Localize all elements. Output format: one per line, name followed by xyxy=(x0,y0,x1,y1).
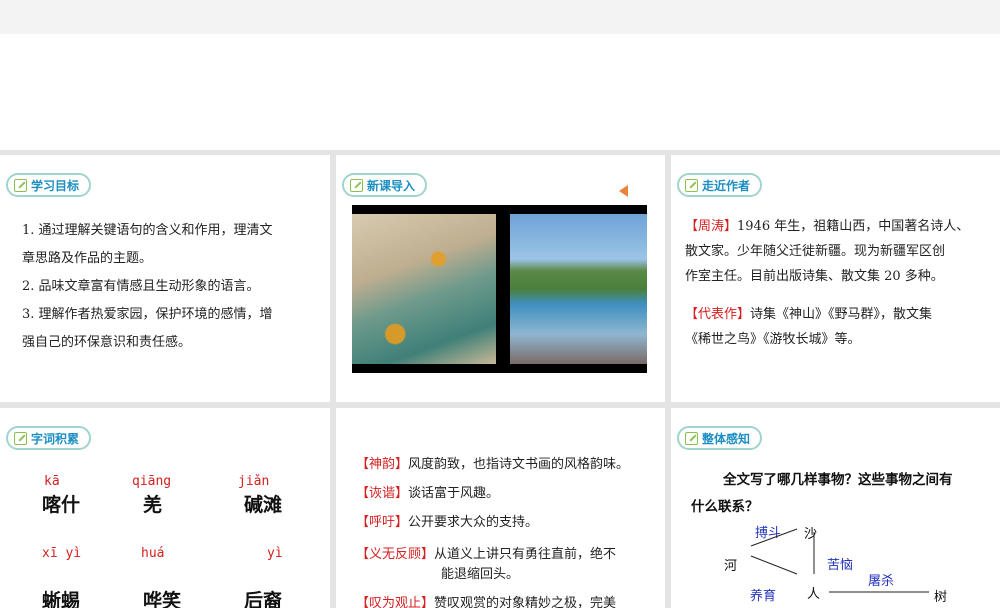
works-line: 诗集《神山》《野马群》，散文集 xyxy=(750,307,933,322)
river-photo xyxy=(510,214,647,364)
definition: 【神韵】风度韵致，也指诗文书画的风格韵味。 xyxy=(356,453,629,472)
arrow-river-sand xyxy=(750,528,798,547)
definition: 【诙谐】谈话富于风趣。 xyxy=(356,482,499,501)
bio-line: 散文家。少年随父迁徙新疆。现为新疆军区创 xyxy=(685,244,946,259)
pinyin: qiāng xyxy=(132,474,172,489)
slide-intro[interactable]: 新课导入 xyxy=(336,155,665,402)
bio-line: 作室主任。目前出版诗集、散文集 20 多种。 xyxy=(685,269,944,284)
edit-icon xyxy=(685,178,698,192)
word: 蜥蜴 xyxy=(42,590,81,608)
pinyin: kā xyxy=(44,474,60,489)
goals-text: 1. 通过理解关键语句的含义和作用，理清文 章思路及作品的主题。 2. 品味文章… xyxy=(22,217,273,357)
goal-line: 章思路及作品的主题。 xyxy=(22,251,153,266)
word: 碱滩 xyxy=(244,494,283,516)
section-badge: 新课导入 xyxy=(342,173,428,197)
goal-line: 3. 理解作者热爱家园，保护环境的感情，增 xyxy=(22,307,273,322)
definition: 【叹为观止】赞叹观赏的对象精妙之极，完美 xyxy=(356,592,616,608)
badge-label: 走近作者 xyxy=(702,178,751,193)
term: 【义无反顾】 xyxy=(356,547,435,562)
edit-icon xyxy=(14,178,27,192)
definition: 【呼吁】公开要求大众的支持。 xyxy=(356,511,538,530)
term: 【神韵】 xyxy=(356,457,409,472)
pinyin: yì xyxy=(267,546,283,561)
blank-area xyxy=(0,34,1000,150)
pinyin: jiǎn xyxy=(238,474,270,489)
slide-vocabulary[interactable]: 字词积累 kā 喀什 qiāng 羌 jiǎn 碱滩 xī yì 蜥蜴 huá … xyxy=(0,408,330,608)
word: 喀什 xyxy=(42,494,81,516)
edit-icon xyxy=(350,178,363,192)
term: 【呼吁】 xyxy=(356,515,409,530)
term: 【叹为观止】 xyxy=(356,596,435,608)
word: 哗笑 xyxy=(143,590,182,608)
meaning: 谈话富于风趣。 xyxy=(408,486,500,501)
badge-label: 学习目标 xyxy=(31,178,80,193)
slide-learning-goals[interactable]: 学习目标 1. 通过理解关键语句的含义和作用，理清文 章思路及作品的主题。 2.… xyxy=(0,155,330,402)
goal-line: 强自己的环保意识和责任感。 xyxy=(22,335,192,350)
works-line: 《稀世之鸟》《游牧长城》等。 xyxy=(685,332,861,347)
term: 【诙谐】 xyxy=(356,486,409,501)
relation-arrows xyxy=(750,528,929,593)
goal-line: 1. 通过理解关键语句的含义和作用，理清文 xyxy=(22,223,273,238)
arrow-river-people xyxy=(750,555,798,575)
speaker-icon[interactable] xyxy=(619,185,628,197)
intro-image xyxy=(352,205,647,373)
slide-overview[interactable]: 整体感知 全文写了哪几样事物？这些事物之间有 什么联系？ 沙 河 人 树 搏斗 … xyxy=(671,408,1000,608)
author-name: 【周涛】 xyxy=(685,219,738,234)
meaning: 风度韵致，也指诗文书画的风格韵味。 xyxy=(408,457,630,472)
meaning-continued: 能退缩回头。 xyxy=(441,567,520,582)
pinyin: huá xyxy=(141,546,165,561)
section-badge: 走近作者 xyxy=(677,173,763,197)
slide-author[interactable]: 走近作者 【周涛】1946 年生，祖籍山西，中国著名诗人、 散文家。少年随父迁徙… xyxy=(671,155,1000,402)
bio-line: 1946 年生，祖籍山西，中国著名诗人、 xyxy=(737,219,970,234)
section-badge: 学习目标 xyxy=(6,173,92,197)
badge-label: 新课导入 xyxy=(367,178,416,193)
meaning: 赞叹观赏的对象精妙之极，完美 xyxy=(434,596,617,608)
word: 后裔 xyxy=(244,590,283,608)
meaning: 公开要求大众的支持。 xyxy=(408,515,539,530)
section-badge: 字词积累 xyxy=(6,426,92,450)
top-toolbar xyxy=(0,0,1000,34)
word: 羌 xyxy=(143,494,163,516)
author-bio: 【周涛】1946 年生，祖籍山西，中国著名诗人、 散文家。少年随父迁徙新疆。现为… xyxy=(685,214,969,352)
pinyin: xī yì xyxy=(42,546,82,561)
badge-label: 字词积累 xyxy=(31,431,80,446)
edit-icon xyxy=(14,431,27,445)
definition: 【义无反顾】从道义上讲只有勇往直前，绝不 xyxy=(356,543,616,562)
desert-river-photo xyxy=(352,214,496,364)
slide-definitions[interactable]: 【神韵】风度韵致，也指诗文书画的风格韵味。 【诙谐】谈话富于风趣。 【呼吁】公开… xyxy=(336,408,665,608)
meaning: 从道义上讲只有勇往直前，绝不 xyxy=(434,547,617,562)
goal-line: 2. 品味文章富有情感且生动形象的语言。 xyxy=(22,279,260,294)
works-label: 【代表作】 xyxy=(685,307,751,322)
